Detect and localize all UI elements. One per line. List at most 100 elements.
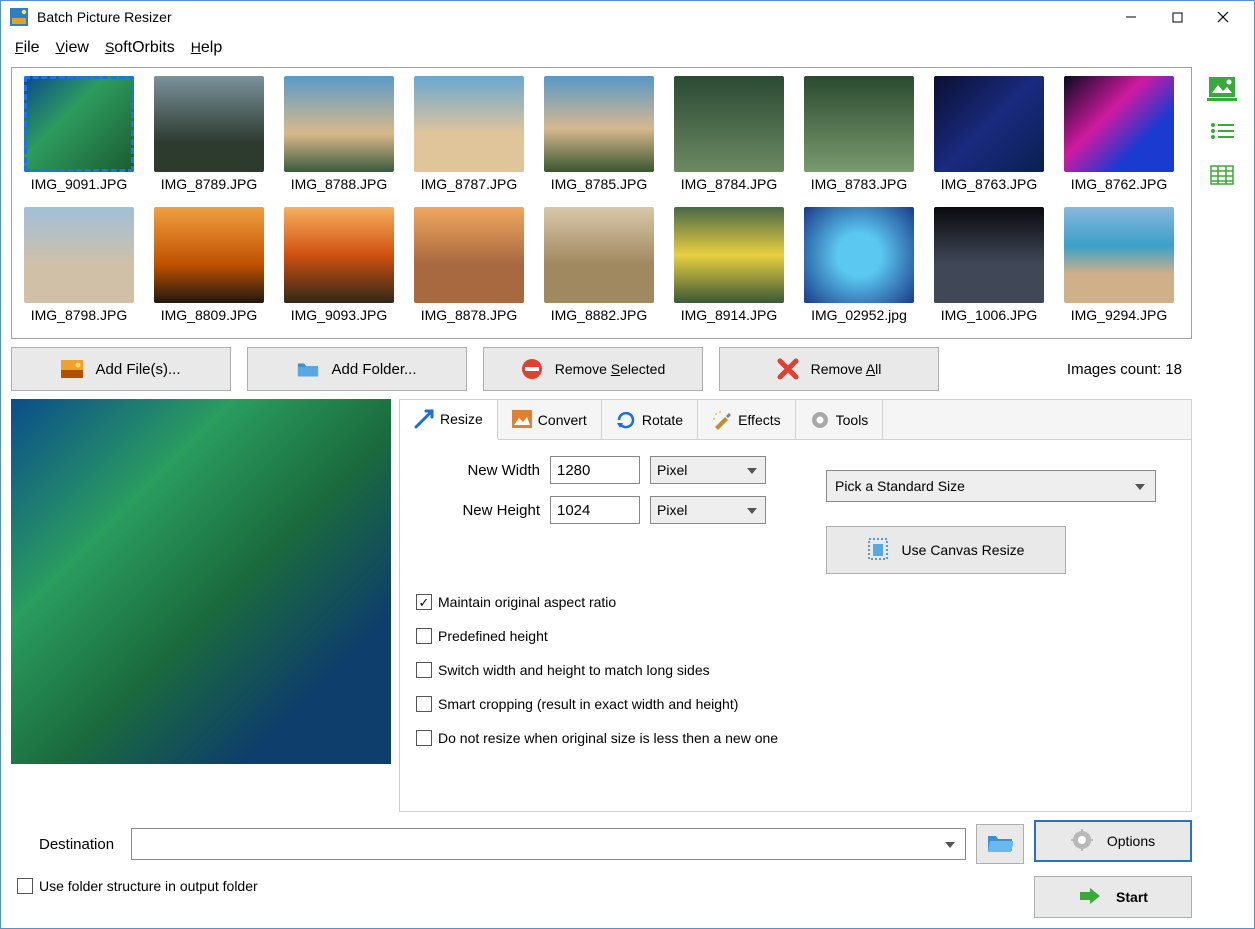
thumbnail-item[interactable]: IMG_8788.JPG <box>280 76 398 199</box>
thumbnail-image <box>24 207 134 303</box>
chk-smart-row[interactable]: Smart cropping (result in exact width an… <box>416 696 1175 712</box>
chk-noresize-row[interactable]: Do not resize when original size is less… <box>416 730 1175 746</box>
canvas-icon <box>868 538 888 563</box>
thumbnail-label: IMG_8784.JPG <box>681 176 778 192</box>
chk-switch-row[interactable]: Switch width and height to match long si… <box>416 662 1175 678</box>
chk-predef-checkbox[interactable] <box>416 628 432 644</box>
tab-effects[interactable]: Effects <box>698 400 796 439</box>
remove-selected-label: Remove Selected <box>555 361 666 378</box>
close-button[interactable] <box>1200 2 1246 32</box>
thumbnail-label: IMG_8914.JPG <box>681 307 778 323</box>
tab-convert[interactable]: Convert <box>498 400 602 439</box>
thumbnail-label: IMG_8762.JPG <box>1071 176 1168 192</box>
add-folder-button[interactable]: Add Folder... <box>247 347 467 391</box>
chk-aspect-checkbox[interactable] <box>416 594 432 610</box>
thumbnail-item[interactable]: IMG_9093.JPG <box>280 207 398 330</box>
menu-view[interactable]: View <box>56 39 89 57</box>
thumbnail-item[interactable]: IMG_9091.JPG <box>20 76 138 199</box>
browse-destination-button[interactable] <box>976 824 1024 864</box>
image-icon <box>61 358 83 380</box>
titlebar: Batch Picture Resizer <box>1 1 1254 33</box>
canvas-resize-button[interactable]: Use Canvas Resize <box>826 526 1066 574</box>
new-height-input[interactable] <box>550 496 640 524</box>
maximize-button[interactable] <box>1154 2 1200 32</box>
x-icon <box>777 358 799 380</box>
chk-switch-checkbox[interactable] <box>416 662 432 678</box>
thumbnail-item[interactable]: IMG_8882.JPG <box>540 207 658 330</box>
thumbnail-label: IMG_9294.JPG <box>1071 307 1168 323</box>
view-list-button[interactable] <box>1207 119 1237 145</box>
thumbnail-label: IMG_8785.JPG <box>551 176 648 192</box>
thumbnail-image <box>154 207 264 303</box>
thumbnail-item[interactable]: IMG_8763.JPG <box>930 76 1048 199</box>
toolbar: Add File(s)... Add Folder... Remove Sele… <box>11 347 1192 391</box>
thumbnail-label: IMG_8789.JPG <box>161 176 258 192</box>
thumbnail-image <box>284 76 394 172</box>
thumbnail-item[interactable]: IMG_8798.JPG <box>20 207 138 330</box>
thumbnail-label: IMG_02952.jpg <box>811 307 907 323</box>
thumbnail-item[interactable]: IMG_8787.JPG <box>410 76 528 199</box>
thumbnail-image <box>24 76 134 172</box>
remove-all-label: Remove All <box>811 361 882 378</box>
remove-selected-button[interactable]: Remove Selected <box>483 347 703 391</box>
view-sidebar <box>1200 67 1244 918</box>
thumbnail-item[interactable]: IMG_8914.JPG <box>670 207 788 330</box>
start-button[interactable]: Start <box>1034 876 1192 918</box>
destination-combo[interactable] <box>131 828 966 860</box>
thumbnail-item[interactable]: IMG_8809.JPG <box>150 207 268 330</box>
add-files-button[interactable]: Add File(s)... <box>11 347 231 391</box>
thumbnail-item[interactable]: IMG_8783.JPG <box>800 76 918 199</box>
chk-noresize-checkbox[interactable] <box>416 730 432 746</box>
chk-predef-row[interactable]: Predefined height <box>416 628 1175 644</box>
thumbnail-item[interactable]: IMG_02952.jpg <box>800 207 918 330</box>
thumbnail-item[interactable]: IMG_8784.JPG <box>670 76 788 199</box>
new-width-input[interactable] <box>550 456 640 484</box>
thumbnail-image <box>544 207 654 303</box>
width-unit-select[interactable]: Pixel <box>650 456 766 484</box>
rotate-icon <box>616 410 636 430</box>
thumbnail-image <box>544 76 654 172</box>
thumbnail-item[interactable]: IMG_9294.JPG <box>1060 207 1178 330</box>
thumbnail-image <box>674 207 784 303</box>
height-unit-select[interactable]: Pixel <box>650 496 766 524</box>
thumbnail-label: IMG_8878.JPG <box>421 307 518 323</box>
view-thumbnails-button[interactable] <box>1207 75 1237 101</box>
thumbnail-item[interactable]: IMG_8785.JPG <box>540 76 658 199</box>
thumbnail-grid[interactable]: IMG_9091.JPG IMG_8789.JPG IMG_8788.JPG IMG_… <box>11 67 1192 339</box>
tab-strip: ResizeConvertRotateEffectsTools <box>400 400 1191 440</box>
options-button[interactable]: Options <box>1034 820 1192 862</box>
minimize-button[interactable] <box>1108 2 1154 32</box>
thumbnail-label: IMG_8787.JPG <box>421 176 518 192</box>
thumbnail-label: IMG_8788.JPG <box>291 176 388 192</box>
new-height-label: New Height <box>416 502 540 519</box>
thumbnail-image <box>1064 76 1174 172</box>
preview-pane <box>11 399 391 764</box>
thumbnail-item[interactable]: IMG_8789.JPG <box>150 76 268 199</box>
thumbnail-item[interactable]: IMG_8878.JPG <box>410 207 528 330</box>
tab-resize[interactable]: Resize <box>400 400 498 440</box>
thumbnail-image <box>1064 207 1174 303</box>
arrow-right-icon <box>1078 887 1102 908</box>
no-entry-icon <box>521 358 543 380</box>
thumbnail-image <box>284 207 394 303</box>
menu-help[interactable]: Help <box>191 39 222 57</box>
menu-softorbits[interactable]: SoftOrbits <box>105 39 175 57</box>
effects-icon <box>712 410 732 430</box>
chk-aspect-row[interactable]: Maintain original aspect ratio <box>416 594 1175 610</box>
tab-tools[interactable]: Tools <box>796 400 884 439</box>
folder-structure-checkbox-row[interactable]: Use folder structure in output folder <box>11 878 1024 894</box>
images-count: Images count: 18 <box>1067 361 1192 378</box>
remove-all-button[interactable]: Remove All <box>719 347 939 391</box>
thumbnail-item[interactable]: IMG_1006.JPG <box>930 207 1048 330</box>
thumbnail-item[interactable]: IMG_8762.JPG <box>1060 76 1178 199</box>
thumbnail-image <box>414 207 524 303</box>
tabs-panel: ResizeConvertRotateEffectsTools New Widt… <box>399 399 1192 812</box>
tools-icon <box>810 410 830 430</box>
menu-file[interactable]: File <box>15 39 40 57</box>
standard-size-select[interactable]: Pick a Standard Size <box>826 470 1156 502</box>
view-details-button[interactable] <box>1207 163 1237 189</box>
tab-rotate[interactable]: Rotate <box>602 400 698 439</box>
chk-smart-checkbox[interactable] <box>416 696 432 712</box>
folder-structure-checkbox[interactable] <box>17 878 33 894</box>
thumbnail-image <box>804 207 914 303</box>
